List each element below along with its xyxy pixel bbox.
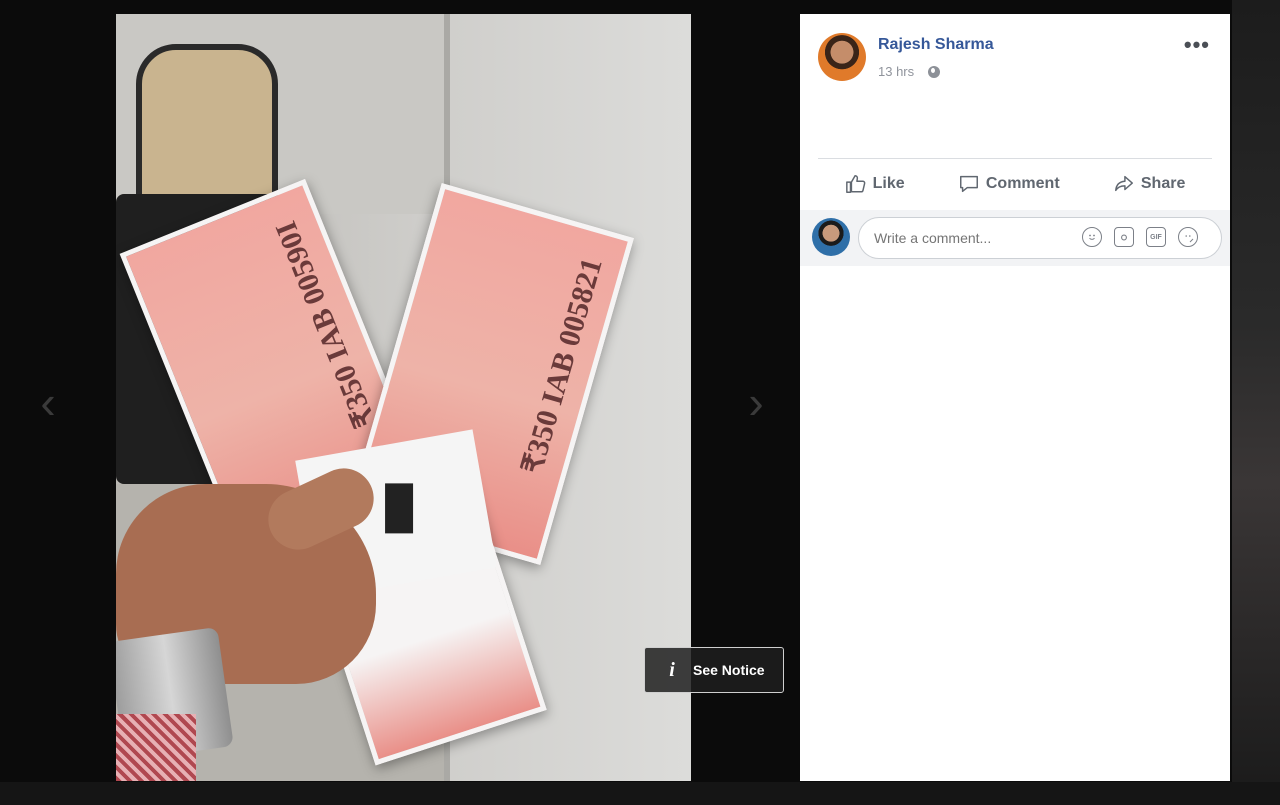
share-label: Share bbox=[1140, 175, 1186, 192]
background-bottom bbox=[0, 782, 1280, 805]
post-side-panel: Rajesh Sharma 13 hrs ••• Like Comment Sh… bbox=[800, 14, 1230, 781]
banknote-serial-left: ₹350 IAB 00590I bbox=[269, 216, 382, 433]
info-icon: i bbox=[669, 658, 675, 681]
actions-divider bbox=[818, 158, 1212, 159]
author-name[interactable]: Rajesh Sharma bbox=[878, 36, 994, 54]
post-actions: Like Comment Share bbox=[818, 166, 1212, 202]
comment-button[interactable]: Comment bbox=[958, 173, 1060, 195]
comment-bubble-icon bbox=[959, 175, 978, 193]
author-avatar[interactable] bbox=[818, 33, 866, 81]
post-timestamp[interactable]: 13 hrs bbox=[878, 64, 914, 79]
like-button[interactable]: Like bbox=[845, 173, 905, 195]
gif-label: GIF bbox=[1150, 233, 1162, 241]
comment-label: Comment bbox=[985, 175, 1060, 192]
like-label: Like bbox=[872, 175, 905, 192]
comment-composer: GIF bbox=[800, 210, 1230, 266]
sticker-icon[interactable] bbox=[1178, 227, 1198, 247]
globe-icon[interactable] bbox=[928, 65, 941, 78]
share-button[interactable]: Share bbox=[1113, 173, 1185, 195]
more-options-icon[interactable]: ••• bbox=[1184, 32, 1210, 58]
band-mark bbox=[385, 483, 414, 534]
see-notice-label: See Notice bbox=[693, 662, 765, 678]
next-photo-arrow-icon[interactable]: › bbox=[744, 378, 768, 426]
emoji-icon[interactable] bbox=[1082, 227, 1102, 247]
previous-photo-arrow-icon[interactable]: ‹ bbox=[36, 378, 60, 426]
photo-sleeve bbox=[116, 714, 196, 781]
gif-icon[interactable]: GIF bbox=[1146, 227, 1166, 247]
background-right bbox=[1232, 0, 1280, 805]
share-arrow-icon bbox=[1114, 175, 1133, 192]
thumbs-up-icon bbox=[845, 175, 866, 193]
see-notice-button[interactable]: i See Notice bbox=[644, 647, 784, 693]
viewer-avatar bbox=[812, 218, 850, 256]
post-photo[interactable]: ₹350 IAB 00590I ₹350 IAB 005821 bbox=[116, 14, 691, 781]
comment-tools: GIF bbox=[1082, 227, 1198, 247]
post-meta: 13 hrs bbox=[878, 64, 941, 79]
banknote-serial-right: ₹350 IAB 005821 bbox=[515, 254, 609, 478]
camera-icon[interactable] bbox=[1114, 227, 1134, 247]
